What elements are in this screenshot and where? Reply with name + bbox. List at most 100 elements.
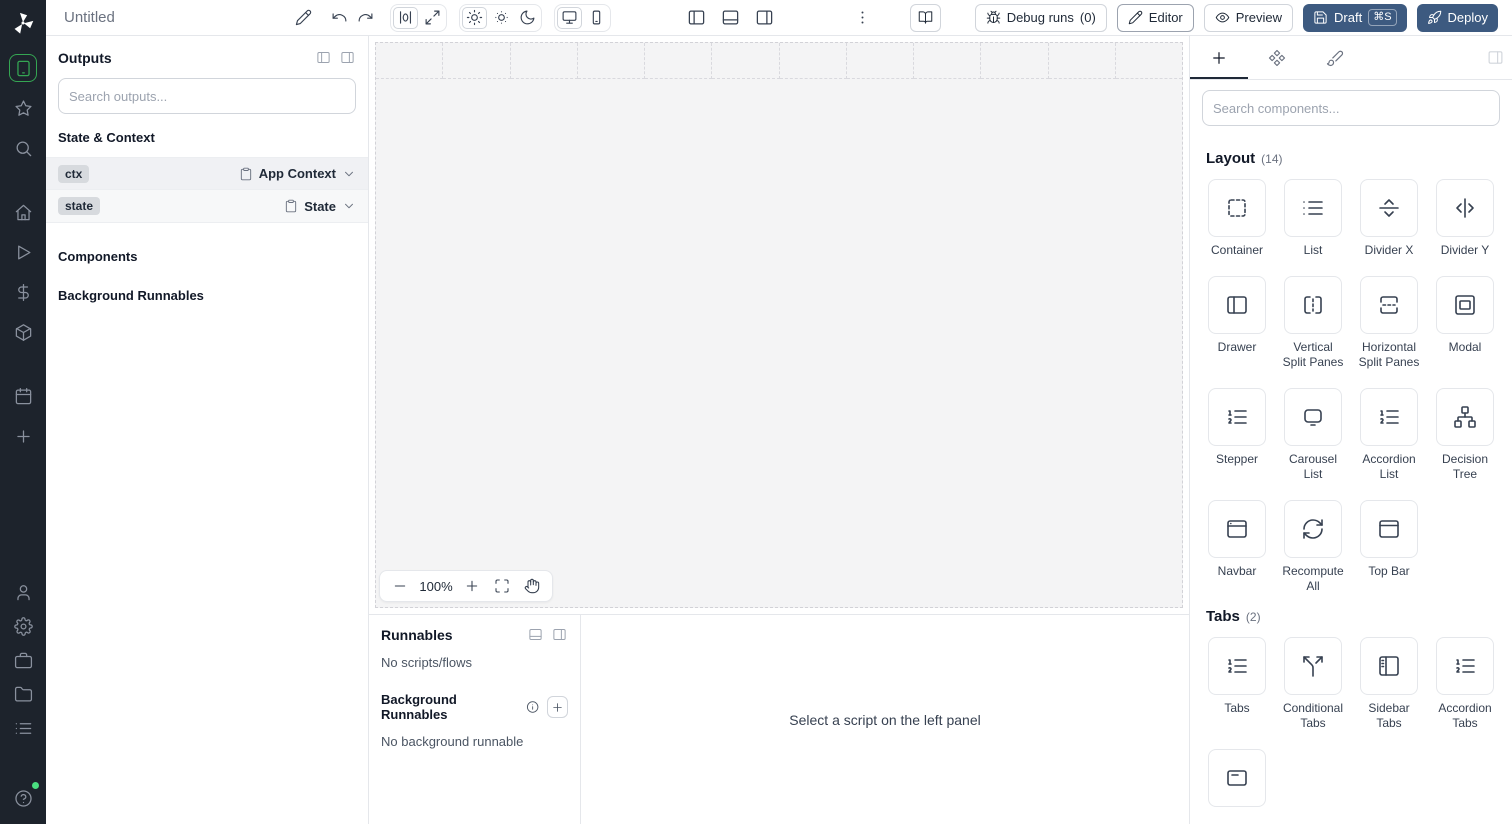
dock-left-icon[interactable] bbox=[316, 50, 332, 66]
sidebar-item-variables[interactable] bbox=[9, 278, 37, 306]
zoom-in-button[interactable] bbox=[460, 574, 484, 598]
theme-light-button[interactable] bbox=[462, 6, 487, 29]
help-button[interactable] bbox=[9, 782, 39, 812]
component-card[interactable] bbox=[1436, 637, 1494, 695]
add-background-runnable-button[interactable] bbox=[547, 696, 569, 718]
component-card-list[interactable]: List bbox=[1282, 179, 1344, 258]
component-card-accordion-list[interactable]: Accordion List bbox=[1358, 388, 1420, 482]
dock-right-icon[interactable] bbox=[552, 627, 568, 643]
save-draft-button[interactable]: Draft ⌘S bbox=[1303, 3, 1407, 32]
component-card-drawer[interactable]: Drawer bbox=[1206, 276, 1268, 370]
component-card-sidebar-tabs[interactable]: Sidebar Tabs bbox=[1358, 637, 1420, 731]
component-card-stepper[interactable]: Stepper bbox=[1206, 388, 1268, 482]
component-card-carousel-list[interactable]: Carousel List bbox=[1282, 388, 1344, 482]
windmill-logo[interactable] bbox=[10, 10, 36, 36]
docs-button[interactable] bbox=[909, 3, 941, 32]
component-card[interactable] bbox=[1284, 637, 1342, 695]
undo-button[interactable] bbox=[326, 5, 352, 31]
component-card-divider-y[interactable]: Divider Y bbox=[1434, 179, 1496, 258]
component-card[interactable] bbox=[1360, 276, 1418, 334]
pan-tool-button[interactable] bbox=[520, 574, 544, 598]
component-card[interactable] bbox=[1208, 749, 1266, 807]
chevron-down-icon[interactable] bbox=[342, 199, 356, 213]
state-output-row[interactable]: state State bbox=[46, 190, 368, 223]
toggle-bottom-panel-button[interactable] bbox=[717, 5, 743, 31]
component-card[interactable] bbox=[1360, 388, 1418, 446]
component-card[interactable] bbox=[1284, 276, 1342, 334]
sidebar-item-schedules[interactable] bbox=[9, 382, 37, 410]
component-card-conditional-tabs[interactable]: Conditional Tabs bbox=[1282, 637, 1344, 731]
sidebar-item-users[interactable] bbox=[9, 578, 37, 606]
redo-button[interactable] bbox=[352, 5, 378, 31]
sidebar-item-search[interactable] bbox=[9, 134, 37, 162]
component-card-container[interactable]: Container bbox=[1206, 179, 1268, 258]
sidebar-item-app-editor[interactable] bbox=[9, 54, 37, 82]
zero-padding-toggle[interactable] bbox=[393, 6, 418, 29]
component-card[interactable] bbox=[1436, 388, 1494, 446]
mobile-view-button[interactable] bbox=[584, 7, 608, 29]
more-menu-button[interactable] bbox=[850, 5, 876, 31]
app-title[interactable]: Untitled bbox=[64, 9, 115, 26]
component-card[interactable] bbox=[1208, 276, 1266, 334]
component-card-recompute-all[interactable]: Recompute All bbox=[1282, 500, 1344, 594]
deploy-button[interactable]: Deploy bbox=[1416, 3, 1498, 32]
component-card[interactable] bbox=[1436, 276, 1494, 334]
tab-component-settings[interactable] bbox=[1248, 36, 1306, 79]
component-card[interactable] bbox=[1208, 388, 1266, 446]
canvas-grid[interactable] bbox=[375, 42, 1183, 608]
component-card[interactable] bbox=[1208, 637, 1266, 695]
component-card[interactable] bbox=[1360, 179, 1418, 237]
fit-width-toggle[interactable] bbox=[420, 7, 444, 29]
component-card-horizontal-split-panes[interactable]: Horizontal Split Panes bbox=[1358, 276, 1420, 370]
collapse-right-panel-button[interactable] bbox=[1487, 36, 1504, 79]
component-card[interactable] bbox=[1284, 388, 1342, 446]
component-card[interactable] bbox=[1208, 500, 1266, 558]
toggle-right-panel-button[interactable] bbox=[751, 5, 777, 31]
app-editor-window: Untitled Debug runs (0) Editor Preview D… bbox=[0, 0, 1512, 824]
sidebar-item-runs[interactable] bbox=[9, 238, 37, 266]
dock-right-icon[interactable] bbox=[340, 50, 356, 66]
theme-dark-button[interactable] bbox=[515, 7, 539, 29]
component-card-top-bar[interactable]: Top Bar bbox=[1358, 500, 1420, 594]
editor-mode-button[interactable]: Editor bbox=[1116, 3, 1194, 32]
component-card-divider-x[interactable]: Divider X bbox=[1358, 179, 1420, 258]
component-card[interactable] bbox=[1208, 179, 1266, 237]
toggle-left-panel-button[interactable] bbox=[683, 5, 709, 31]
sidebar-item-home[interactable] bbox=[9, 198, 37, 226]
sidebar-item-folders[interactable] bbox=[9, 680, 37, 708]
sidebar-item-settings[interactable] bbox=[9, 612, 37, 640]
sidebar-item-create[interactable] bbox=[9, 422, 37, 450]
dock-bottom-icon[interactable] bbox=[528, 627, 544, 643]
preview-mode-button[interactable]: Preview bbox=[1203, 3, 1294, 32]
component-card[interactable] bbox=[1360, 637, 1418, 695]
component-card[interactable] bbox=[1284, 500, 1342, 558]
sidebar-item-workers[interactable] bbox=[9, 646, 37, 674]
component-card-tabs[interactable]: Tabs bbox=[1206, 637, 1268, 731]
component-card[interactable] bbox=[1436, 179, 1494, 237]
sidebar-item-favorites[interactable] bbox=[9, 94, 37, 122]
debug-runs-button[interactable]: Debug runs (0) bbox=[974, 3, 1107, 32]
tab-insert-component[interactable] bbox=[1190, 36, 1248, 79]
component-grid: Container List Divider X Divider Y Drawer Ver… bbox=[1206, 179, 1496, 594]
component-card-navbar[interactable]: Navbar bbox=[1206, 500, 1268, 594]
sidebar-item-logs[interactable] bbox=[9, 714, 37, 742]
zoom-out-button[interactable] bbox=[388, 574, 412, 598]
theme-auto-button[interactable] bbox=[489, 7, 513, 29]
component-card[interactable] bbox=[1284, 179, 1342, 237]
tab-styling[interactable] bbox=[1306, 36, 1364, 79]
sidebar-item-resources[interactable] bbox=[9, 318, 37, 346]
component-card-decision-tree[interactable]: Decision Tree bbox=[1434, 388, 1496, 482]
component-card-accordion-tabs[interactable]: Accordion Tabs bbox=[1434, 637, 1496, 731]
app-canvas[interactable]: 100% bbox=[369, 36, 1189, 614]
rename-app-button[interactable] bbox=[290, 5, 316, 31]
component-card-vertical-split-panes[interactable]: Vertical Split Panes bbox=[1282, 276, 1344, 370]
fit-canvas-button[interactable] bbox=[490, 574, 514, 598]
ctx-output-row[interactable]: ctx App Context bbox=[46, 157, 368, 190]
outputs-search-input[interactable] bbox=[58, 78, 356, 114]
chevron-down-icon[interactable] bbox=[342, 167, 356, 181]
components-search-input[interactable] bbox=[1202, 90, 1500, 126]
component-card[interactable] bbox=[1360, 500, 1418, 558]
desktop-view-button[interactable] bbox=[557, 6, 582, 29]
component-card-modal[interactable]: Modal bbox=[1434, 276, 1496, 370]
component-card-invisible-tabs[interactable] bbox=[1206, 749, 1268, 807]
